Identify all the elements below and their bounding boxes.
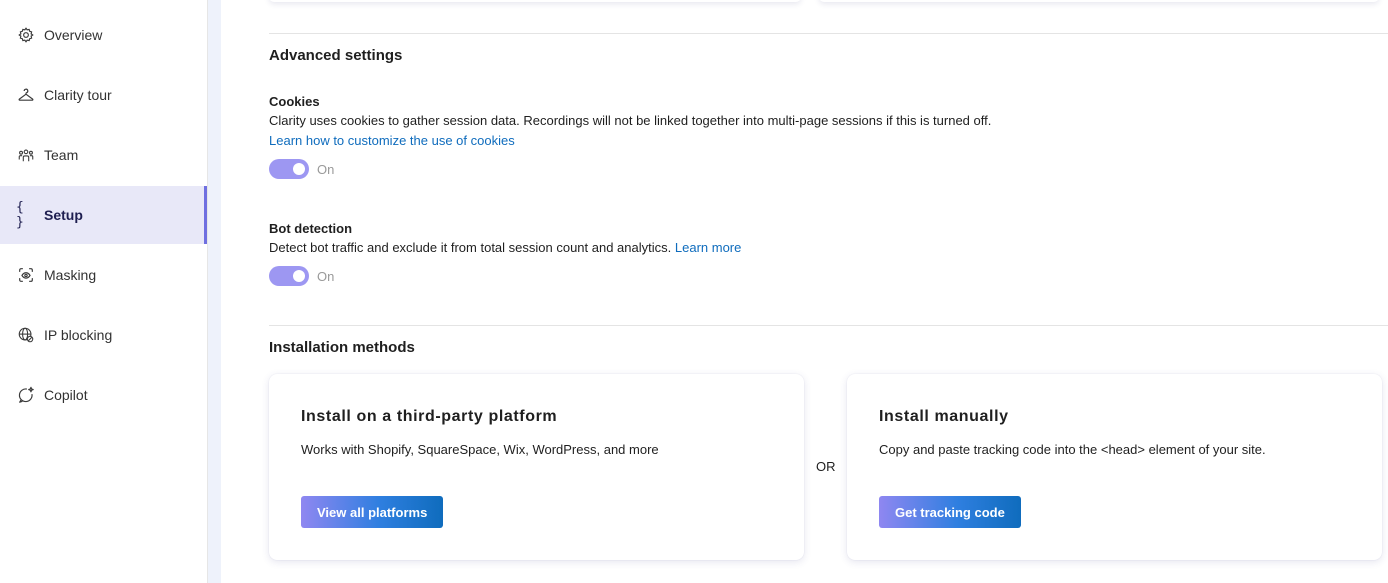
section-divider	[269, 325, 1388, 326]
bot-detection-description-row: Detect bot traffic and exclude it from t…	[269, 240, 741, 255]
cookies-toggle-label: On	[317, 161, 335, 177]
section-divider	[269, 33, 1388, 34]
install-manually-card-title: Install manually	[879, 408, 1009, 425]
install-manually-card: Install manually Copy and paste tracking…	[847, 374, 1382, 560]
sidebar-item-label: IP blocking	[44, 327, 113, 343]
sidebar-item-overview[interactable]: Overview	[0, 6, 207, 64]
previous-card-edge	[819, 0, 1379, 2]
sidebar-item-label: Overview	[44, 27, 103, 43]
bot-toggle-row: On	[269, 266, 334, 286]
cookies-link-row: Learn how to customize the use of cookie…	[269, 133, 515, 148]
toggle-knob	[293, 163, 305, 175]
third-party-card-description: Works with Shopify, SquareSpace, Wix, Wo…	[301, 442, 659, 457]
installation-methods-title: Installation methods	[269, 339, 415, 356]
toggle-knob	[293, 270, 305, 282]
sidebar-item-ip-blocking[interactable]: IP blocking	[0, 306, 207, 364]
bot-detection-title: Bot detection	[269, 221, 353, 236]
bot-detection-toggle[interactable]	[269, 266, 309, 286]
cookies-toggle[interactable]	[269, 159, 309, 179]
or-separator: OR	[816, 459, 836, 474]
bot-learn-more-link[interactable]: Learn more	[675, 240, 741, 255]
sidebar-item-label: Copilot	[44, 387, 88, 403]
install-manually-card-description: Copy and paste tracking code into the <h…	[879, 442, 1266, 457]
people-icon	[16, 145, 36, 165]
get-tracking-code-button[interactable]: Get tracking code	[879, 496, 1021, 528]
cookies-learn-link[interactable]: Learn how to customize the use of cookie…	[269, 133, 515, 148]
cookies-description: Clarity uses cookies to gather session d…	[269, 113, 992, 128]
bot-toggle-label: On	[317, 268, 335, 284]
sidebar-item-team[interactable]: Team	[0, 126, 207, 184]
sidebar-item-setup[interactable]: { } Setup	[0, 186, 207, 244]
sparkle-chat-icon	[16, 385, 36, 405]
third-party-platform-card: Install on a third-party platform Works …	[269, 374, 804, 560]
globe-block-icon	[16, 325, 36, 345]
view-all-platforms-button[interactable]: View all platforms	[301, 496, 444, 528]
sidebar-item-label: Setup	[44, 207, 83, 223]
sidebar-item-label: Masking	[44, 267, 97, 283]
sidebar-item-clarity-tour[interactable]: Clarity tour	[0, 66, 207, 124]
sidebar-item-masking[interactable]: Masking	[0, 246, 207, 304]
sidebar-item-copilot[interactable]: Copilot	[0, 366, 207, 424]
braces-icon: { }	[16, 200, 24, 230]
sidebar-gutter	[208, 0, 221, 583]
gear-icon	[16, 25, 36, 45]
main-content: Advanced settings Cookies Clarity uses c…	[221, 0, 1388, 583]
cookies-toggle-row: On	[269, 159, 334, 179]
previous-card-edge	[269, 0, 801, 2]
cookies-title: Cookies	[269, 94, 320, 109]
bot-detection-description: Detect bot traffic and exclude it from t…	[269, 240, 672, 255]
sidebar: Overview Clarity tour Team { } Setup Mas…	[0, 0, 208, 583]
advanced-settings-title: Advanced settings	[269, 47, 403, 64]
hanger-icon	[16, 85, 36, 105]
eye-mask-icon	[16, 265, 36, 285]
sidebar-item-label: Clarity tour	[44, 87, 112, 103]
third-party-card-title: Install on a third-party platform	[301, 408, 558, 425]
sidebar-item-label: Team	[44, 147, 79, 163]
